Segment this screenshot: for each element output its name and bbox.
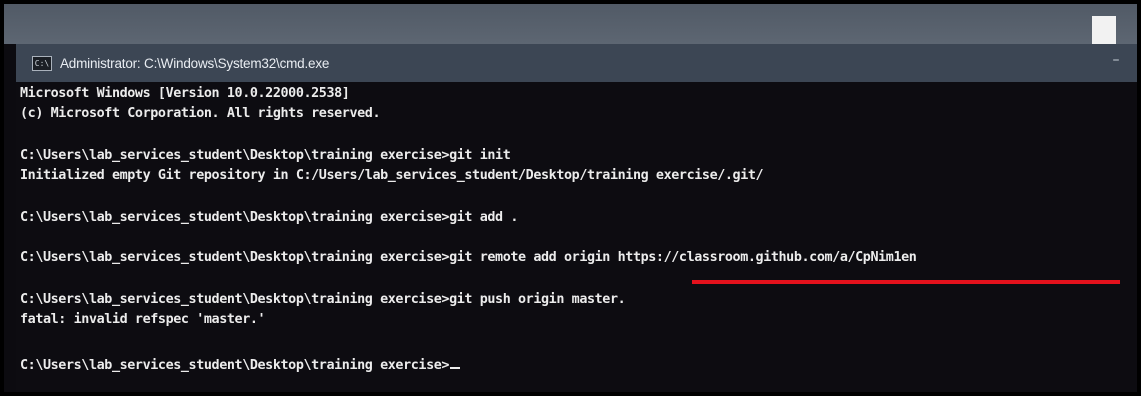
console-line: Microsoft Windows [Version 10.0.22000.25… <box>20 86 350 101</box>
cmd-icon: C:\ <box>32 55 52 71</box>
console-prompt-line[interactable]: C:\Users\lab_services_student\Desktop\tr… <box>20 358 461 373</box>
console-line: Initialized empty Git repository in C:/U… <box>20 168 764 183</box>
text-cursor <box>450 367 461 369</box>
monitor-bezel <box>4 4 1137 44</box>
console-line: C:\Users\lab_services_student\Desktop\tr… <box>20 210 519 225</box>
console-line: fatal: invalid refspec 'master.' <box>20 312 266 327</box>
console-line: C:\Users\lab_services_student\Desktop\tr… <box>20 292 626 307</box>
console-line: C:\Users\lab_services_student\Desktop\tr… <box>20 250 917 265</box>
window-title: Administrator: C:\Windows\System32\cmd.e… <box>60 55 330 71</box>
window-titlebar[interactable]: C:\ Administrator: C:\Windows\System32\c… <box>16 44 1137 82</box>
console-line: (c) Microsoft Corporation. All rights re… <box>20 106 381 121</box>
red-highlight-underline <box>692 280 1120 284</box>
console-line: C:\Users\lab_services_student\Desktop\tr… <box>20 148 511 163</box>
console-output[interactable]: Microsoft Windows [Version 10.0.22000.25… <box>16 82 1137 392</box>
console-prompt: C:\Users\lab_services_student\Desktop\tr… <box>20 358 450 373</box>
photo-frame: C:\ Administrator: C:\Windows\System32\c… <box>0 0 1141 396</box>
minimize-button[interactable]: – <box>1109 53 1123 67</box>
